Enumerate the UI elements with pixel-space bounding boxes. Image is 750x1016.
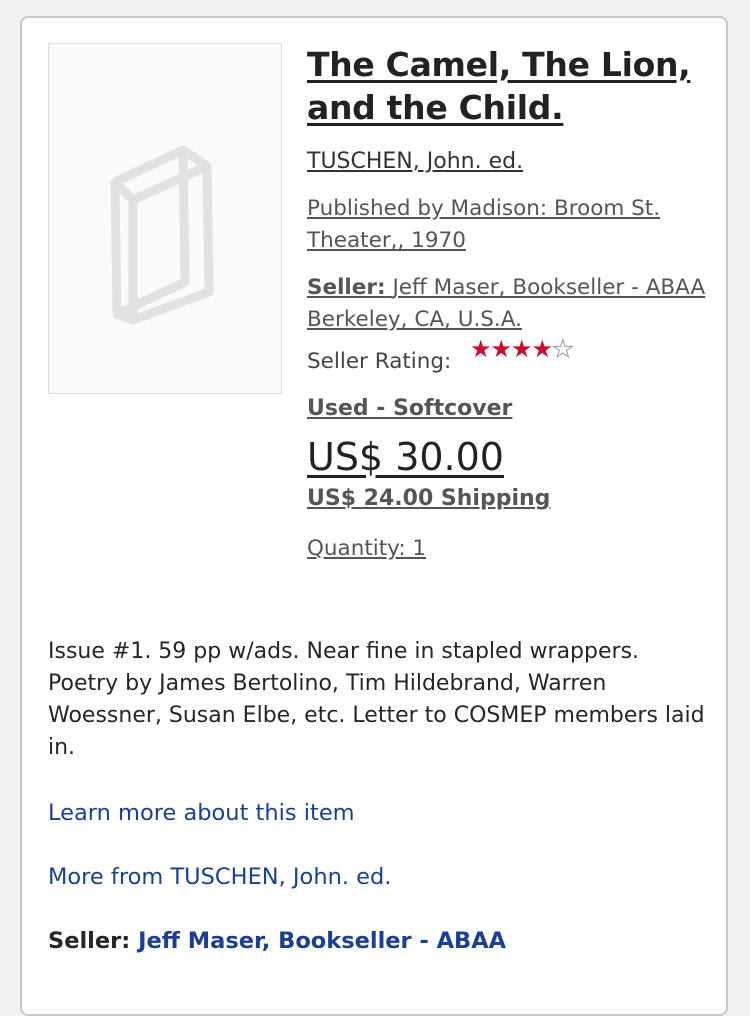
seller-rating-label: Seller Rating: [307,349,452,374]
shipping-cost[interactable]: US$ 24.00 Shipping [307,484,707,514]
book-title[interactable]: The Camel, The Lion, and the Child. [307,43,707,129]
star-icon: ★ [470,335,491,363]
book-info: The Camel, The Lion, and the Child. TUSC… [307,43,707,564]
rating-stars: ★★★★★ [470,335,574,363]
star-icon: ★ [531,335,553,363]
seller-label: Seller: [307,275,386,300]
seller-footer-label: Seller: [48,928,131,954]
seller-name: Jeff Maser, Bookseller - ABAA [392,275,706,300]
book-publisher[interactable]: Published by Madison: Broom St. Theater,… [307,193,707,257]
star-icon: ★ [511,335,532,363]
star-icon: ★ [490,335,512,363]
quantity[interactable]: Quantity: 1 [307,534,707,564]
seller-footer: Seller: Jeff Maser, Bookseller - ABAA [48,926,506,956]
seller-location: Berkeley, CA, U.S.A. [307,307,522,332]
book-thumbnail[interactable] [48,43,282,394]
learn-more-link[interactable]: Learn more about this item [48,798,355,828]
seller-rating[interactable]: Seller Rating: ★★★★★ [307,336,707,378]
book-author[interactable]: TUSCHEN, John. ed. [307,147,707,177]
book-placeholder-icon [110,145,214,325]
seller-info[interactable]: Seller: Jeff Maser, Bookseller - ABAA Be… [307,272,707,336]
seller-footer-link[interactable]: Jeff Maser, Bookseller - ABAA [138,928,506,954]
book-price[interactable]: US$ 30.00 [307,434,707,480]
book-description: Issue #1. 59 pp w/ads. Near fine in stap… [48,639,705,760]
book-condition[interactable]: Used - Softcover [307,394,707,424]
listing-card: The Camel, The Lion, and the Child. TUSC… [20,16,728,1016]
more-from-author-link[interactable]: More from TUSCHEN, John. ed. [48,862,391,892]
star-empty-icon: ★ [552,335,574,363]
